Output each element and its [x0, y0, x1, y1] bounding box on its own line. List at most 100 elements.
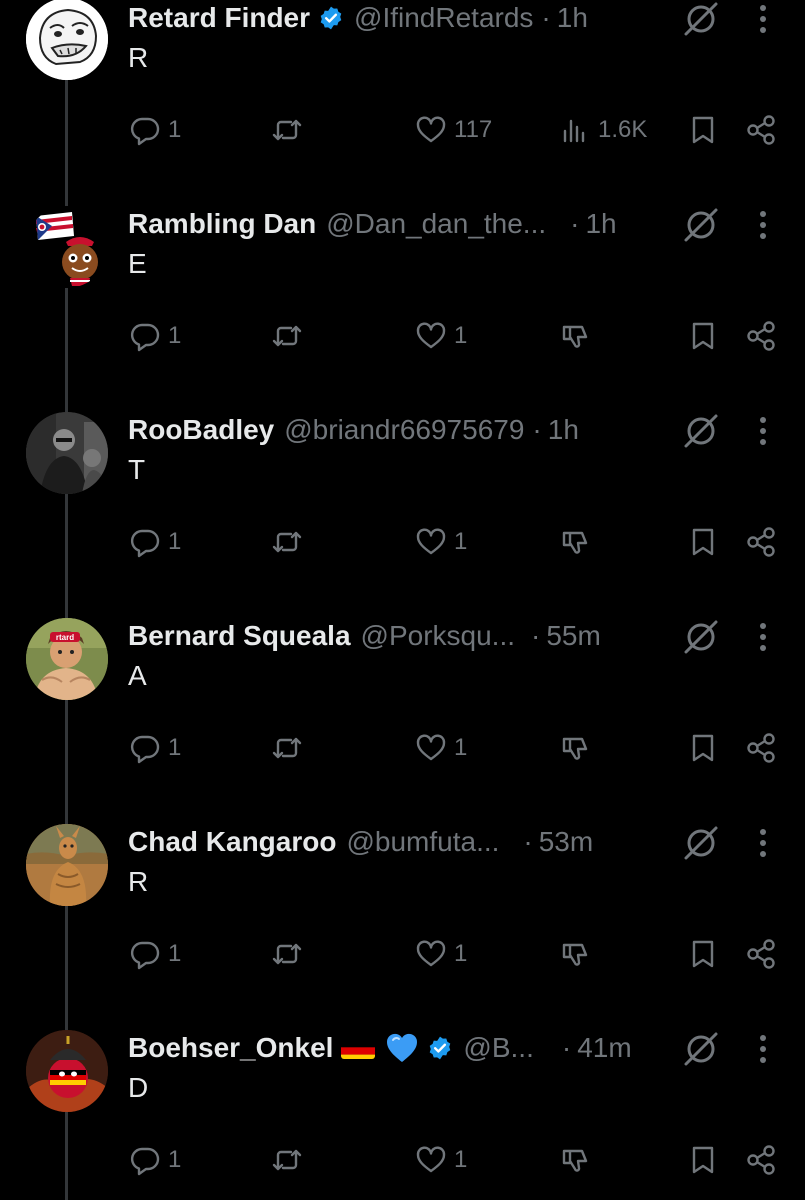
reply-bubble-icon — [130, 735, 160, 764]
bookmark-button[interactable] — [686, 934, 720, 974]
more-dots-icon[interactable] — [748, 2, 778, 36]
tweet-header: Bernard Squeala @Porksqu... · 55m — [128, 618, 601, 654]
like-button[interactable]: 1 — [414, 316, 467, 356]
reply-bubble-icon — [130, 941, 160, 970]
grok-icon[interactable] — [682, 1030, 720, 1068]
reply-count: 1 — [168, 1146, 182, 1173]
bookmark-button[interactable] — [686, 728, 720, 768]
like-count: 1 — [454, 734, 468, 761]
downvote-button[interactable] — [558, 522, 592, 562]
tweet[interactable]: Chad Kangaroo @bumfuta... · 53m R 1 1 — [0, 824, 805, 1030]
heart-outline-icon — [416, 322, 446, 349]
share-button[interactable] — [744, 316, 778, 356]
handle[interactable]: @briandr66975679 — [284, 414, 524, 446]
like-count: 1 — [454, 940, 468, 967]
reply-count: 1 — [168, 528, 182, 555]
bookmark-button[interactable] — [686, 316, 720, 356]
share-button[interactable] — [744, 728, 778, 768]
timestamp[interactable]: 1h — [548, 414, 579, 446]
grok-icon[interactable] — [682, 618, 720, 656]
share-button[interactable] — [744, 110, 778, 150]
timestamp[interactable]: 53m — [539, 826, 593, 858]
tweet[interactable]: Rambling Dan @Dan_dan_the... · 1h E 1 1 — [0, 206, 805, 412]
grok-icon[interactable] — [682, 0, 720, 38]
avatar[interactable] — [26, 1030, 108, 1112]
handle[interactable]: @IfindRetards — [354, 2, 533, 34]
display-name[interactable]: Retard Finder — [128, 2, 310, 34]
separator-dot: · — [523, 826, 533, 857]
handle[interactable]: @bumfuta... — [346, 826, 499, 858]
grok-icon[interactable] — [682, 412, 720, 450]
like-button[interactable]: 1 — [414, 728, 467, 768]
like-button[interactable]: 1 — [414, 1140, 467, 1180]
downvote-icon — [562, 531, 588, 554]
handle[interactable]: @Porksqu... — [361, 620, 515, 652]
separator-dot: · — [531, 620, 541, 651]
more-dots-icon[interactable] — [748, 1032, 778, 1066]
retweet-arrows-icon — [272, 325, 302, 347]
tweet[interactable]: rtard Bernard Squeala @Porksqu... · 55m … — [0, 618, 805, 824]
timestamp[interactable]: 1h — [557, 2, 588, 34]
bookmark-button[interactable] — [686, 110, 720, 150]
retweet-button[interactable] — [270, 1140, 304, 1180]
reply-button[interactable]: 1 — [128, 1140, 181, 1180]
downvote-icon — [562, 1149, 588, 1172]
display-name[interactable]: Rambling Dan — [128, 208, 316, 240]
timestamp[interactable]: 1h — [585, 208, 616, 240]
downvote-button[interactable] — [558, 316, 592, 356]
bookmark-icon — [692, 322, 714, 350]
share-button[interactable] — [744, 934, 778, 974]
reply-button[interactable]: 1 — [128, 316, 181, 356]
tweet-text: E — [128, 248, 147, 279]
share-icon — [747, 939, 775, 969]
retweet-button[interactable] — [270, 316, 304, 356]
downvote-icon — [562, 737, 588, 760]
handle[interactable]: @B... — [463, 1032, 533, 1064]
downvote-button[interactable] — [558, 1140, 592, 1180]
bookmark-icon — [692, 528, 714, 556]
like-button[interactable]: 1 — [414, 522, 467, 562]
share-button[interactable] — [744, 522, 778, 562]
bookmark-button[interactable] — [686, 1140, 720, 1180]
share-button[interactable] — [744, 1140, 778, 1180]
grok-icon[interactable] — [682, 824, 720, 862]
downvote-button[interactable] — [558, 934, 592, 974]
retweet-button[interactable] — [270, 522, 304, 562]
more-dots-icon[interactable] — [748, 826, 778, 860]
tweet[interactable]: Retard Finder @IfindRetards · 1h R 1 117… — [0, 0, 805, 206]
display-name[interactable]: Boehser_Onkel — [128, 1032, 333, 1064]
avatar[interactable] — [26, 0, 108, 80]
blue-heart-icon — [385, 1032, 419, 1064]
bookmark-button[interactable] — [686, 522, 720, 562]
retweet-button[interactable] — [270, 728, 304, 768]
tweet[interactable]: Boehser_Onkel @B... · 41m D 1 1 — [0, 1030, 805, 1200]
avatar[interactable] — [26, 206, 108, 288]
action-bar: 1 1 — [0, 728, 805, 768]
more-dots-icon[interactable] — [748, 620, 778, 654]
handle[interactable]: @Dan_dan_the... — [326, 208, 546, 240]
display-name[interactable]: Bernard Squeala — [128, 620, 351, 652]
views-button[interactable]: 1.6K — [558, 110, 647, 150]
tweet[interactable]: RooBadley @briandr66975679 · 1h T 1 1 — [0, 412, 805, 618]
more-dots-icon[interactable] — [748, 414, 778, 448]
avatar[interactable] — [26, 412, 108, 494]
avatar[interactable] — [26, 824, 108, 906]
like-button[interactable]: 1 — [414, 934, 467, 974]
reply-button[interactable]: 1 — [128, 522, 181, 562]
downvote-button[interactable] — [558, 728, 592, 768]
timestamp[interactable]: 55m — [546, 620, 600, 652]
avatar[interactable]: rtard — [26, 618, 108, 700]
reply-button[interactable]: 1 — [128, 934, 181, 974]
retweet-button[interactable] — [270, 934, 304, 974]
grok-icon[interactable] — [682, 206, 720, 244]
tweet-header: Rambling Dan @Dan_dan_the... · 1h — [128, 206, 617, 242]
timestamp[interactable]: 41m — [577, 1032, 631, 1064]
reply-button[interactable]: 1 — [128, 728, 181, 768]
retweet-button[interactable] — [270, 110, 304, 150]
more-dots-icon[interactable] — [748, 208, 778, 242]
display-name[interactable]: Chad Kangaroo — [128, 826, 336, 858]
reply-button[interactable]: 1 — [128, 110, 181, 150]
display-name[interactable]: RooBadley — [128, 414, 274, 446]
tweet-text: R — [128, 42, 149, 73]
like-button[interactable]: 117 — [414, 110, 492, 150]
